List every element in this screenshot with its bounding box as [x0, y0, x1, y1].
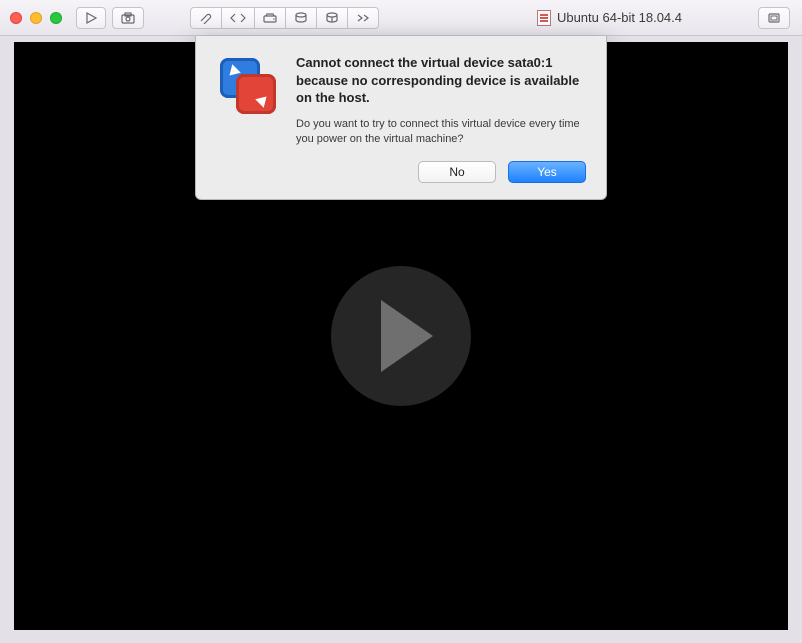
settings-wrench-button[interactable] [190, 7, 222, 29]
vm-doc-icon [537, 10, 551, 26]
zoom-window-button[interactable] [50, 12, 62, 24]
yes-button[interactable]: Yes [508, 161, 586, 183]
vmware-app-icon [216, 54, 280, 118]
main-controls [76, 7, 144, 29]
device-toolbar [190, 7, 379, 29]
snapshot-button[interactable] [112, 7, 144, 29]
play-icon [381, 300, 433, 372]
traffic-lights [10, 12, 62, 24]
disk-button-1[interactable] [285, 7, 317, 29]
dialog-button-row: No Yes [296, 161, 586, 183]
connect-device-dialog: Cannot connect the virtual device sata0:… [195, 36, 607, 200]
big-play-button[interactable] [331, 266, 471, 406]
minimize-window-button[interactable] [30, 12, 42, 24]
harddrive-button[interactable] [254, 7, 286, 29]
titlebar: Ubuntu 64-bit 18.04.4 [0, 0, 802, 36]
dialog-heading: Cannot connect the virtual device sata0:… [296, 54, 586, 107]
disk-button-2[interactable] [316, 7, 348, 29]
window-title: Ubuntu 64-bit 18.04.4 [557, 10, 682, 25]
play-button[interactable] [76, 7, 106, 29]
close-window-button[interactable] [10, 12, 22, 24]
code-button[interactable] [221, 7, 255, 29]
no-button[interactable]: No [418, 161, 496, 183]
dialog-message: Do you want to try to connect this virtu… [296, 117, 586, 148]
expand-button[interactable] [758, 7, 790, 29]
window-title-group: Ubuntu 64-bit 18.04.4 [537, 10, 682, 26]
more-devices-button[interactable] [347, 7, 379, 29]
dialog-body: Cannot connect the virtual device sata0:… [296, 54, 586, 183]
